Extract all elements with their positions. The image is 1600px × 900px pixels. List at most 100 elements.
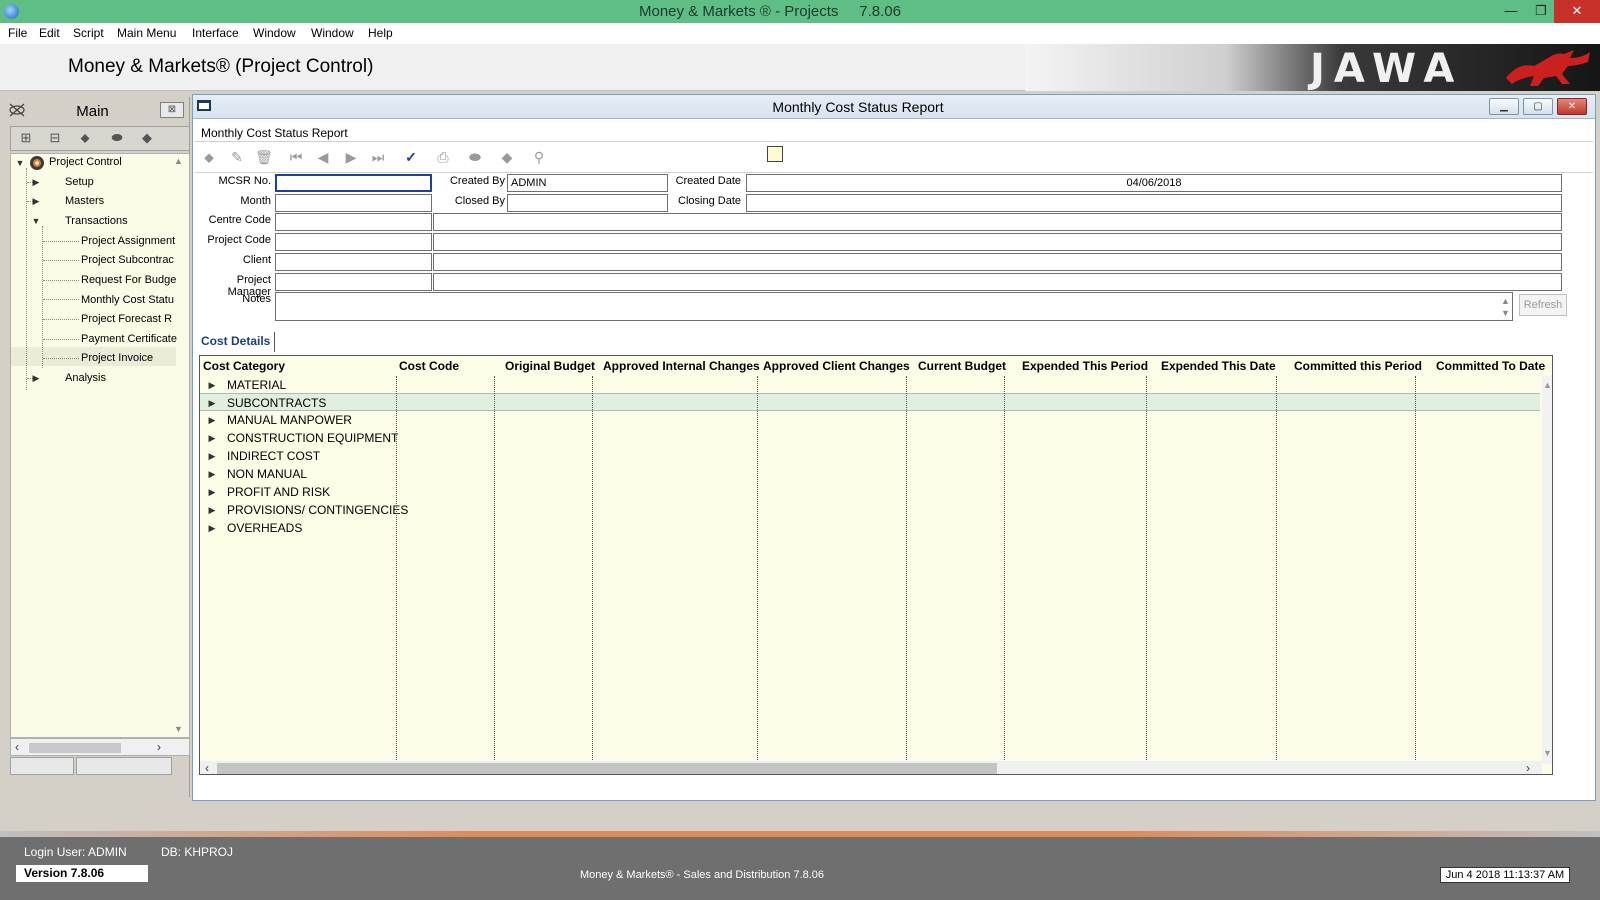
column-header-expended-this-period[interactable]: Expended This Period: [1022, 359, 1148, 373]
eraser-icon[interactable]: ⬬: [465, 149, 485, 167]
tree-toggle-collapsed-icon[interactable]: ▶: [30, 372, 42, 384]
column-header-committed-to-date[interactable]: Committed To Date: [1436, 359, 1545, 373]
table-row[interactable]: ▶ OVERHEADS: [200, 519, 1540, 537]
tree-item-project-control[interactable]: Project Control: [49, 156, 122, 168]
expand-all-icon[interactable]: ⊞: [15, 130, 37, 148]
row-expand-icon[interactable]: ▶: [206, 504, 218, 516]
tree-item-setup[interactable]: Setup: [65, 176, 94, 188]
row-expand-icon[interactable]: ▶: [206, 379, 218, 391]
column-header-expended-this-date[interactable]: Expended This Date: [1161, 359, 1276, 373]
tree-toggle-collapsed-icon[interactable]: ▶: [30, 195, 42, 207]
centre-code-input[interactable]: [275, 213, 432, 231]
refresh-button[interactable]: Refresh: [1519, 294, 1567, 316]
table-row[interactable]: ▶ INDIRECT COST: [200, 447, 1540, 465]
child-maximize-button[interactable]: ▢: [1523, 98, 1553, 115]
menu-window-2[interactable]: Window: [311, 26, 354, 40]
tag-icon[interactable]: ◆: [497, 149, 517, 167]
menu-main-menu[interactable]: Main Menu: [117, 26, 176, 40]
table-row[interactable]: ▶ PROFIT AND RISK: [200, 483, 1540, 501]
table-row[interactable]: ▶ MATERIAL: [200, 376, 1540, 394]
delete-icon[interactable]: 🗑: [254, 149, 274, 167]
month-input[interactable]: [275, 194, 432, 212]
find-binoculars-icon[interactable]: ⚲: [529, 149, 549, 167]
scroll-right-icon[interactable]: ›: [157, 740, 161, 754]
table-row[interactable]: ▶ PROVISIONS/ CONTINGENCIES: [200, 501, 1540, 519]
tree-item-project-forecast[interactable]: Project Forecast R: [81, 313, 172, 325]
child-close-button[interactable]: ✕: [1557, 98, 1587, 115]
client-input[interactable]: [275, 253, 432, 271]
column-header-approved-client-changes[interactable]: Approved Client Changes: [763, 359, 910, 373]
column-header-original-budget[interactable]: Original Budget: [505, 359, 595, 373]
grid-vertical-scrollbar[interactable]: ▲ ▼: [1542, 376, 1552, 764]
edit-record-icon[interactable]: ✎: [227, 149, 247, 167]
column-header-current-budget[interactable]: Current Budget: [918, 359, 1006, 373]
tag-icon[interactable]: ◆: [136, 130, 158, 148]
table-row[interactable]: ▶ MANUAL MANPOWER: [200, 411, 1540, 429]
created-date-input[interactable]: 04/06/2018: [746, 174, 1562, 192]
project-code-input[interactable]: [275, 233, 432, 251]
column-header-cost-category[interactable]: Cost Category: [203, 359, 285, 373]
tree-toggle-expanded-icon[interactable]: ▼: [14, 157, 26, 169]
tree-item-project-invoice[interactable]: Project Invoice: [81, 352, 153, 364]
notes-scroll-up-icon[interactable]: ▲: [1501, 296, 1510, 306]
menu-interface[interactable]: Interface: [192, 26, 239, 40]
tree-item-project-subcontract[interactable]: Project Subcontrac: [81, 254, 174, 266]
column-header-approved-internal-changes[interactable]: Approved Internal Changes: [603, 359, 760, 373]
table-row-selected[interactable]: ▶ SUBCONTRACTS: [200, 393, 1540, 411]
project-manager-input[interactable]: [275, 273, 432, 291]
tree-item-analysis[interactable]: Analysis: [65, 372, 106, 384]
tree-item-payment-certificate[interactable]: Payment Certificate: [81, 333, 177, 345]
closing-date-input[interactable]: [746, 194, 1562, 212]
table-row[interactable]: ▶ NON MANUAL: [200, 465, 1540, 483]
column-header-committed-this-period[interactable]: Committed this Period: [1294, 359, 1422, 373]
notes-scroll-down-icon[interactable]: ▼: [1501, 308, 1510, 318]
print-icon[interactable]: ⎙: [433, 149, 453, 167]
tree-item-transactions[interactable]: Transactions: [65, 215, 128, 227]
menu-file[interactable]: File: [8, 26, 27, 40]
mcsr-no-input[interactable]: [275, 174, 432, 192]
tree-item-project-assignment[interactable]: Project Assignment: [81, 235, 175, 247]
collapse-all-icon[interactable]: ⊟: [44, 130, 66, 148]
next-record-icon[interactable]: ▶: [341, 149, 361, 167]
grid-scroll-up-icon[interactable]: ▲: [1543, 380, 1552, 390]
scroll-left-icon[interactable]: ‹: [15, 740, 19, 754]
row-expand-icon[interactable]: ▶: [206, 522, 218, 534]
tree-toggle-collapsed-icon[interactable]: ▶: [30, 176, 42, 188]
tree-toggle-expanded-icon[interactable]: ▼: [30, 215, 42, 227]
menu-edit[interactable]: Edit: [39, 26, 60, 40]
restore-button[interactable]: ❐: [1526, 0, 1556, 23]
column-header-cost-code[interactable]: Cost Code: [399, 359, 459, 373]
grid-scroll-down-icon[interactable]: ▼: [1543, 748, 1552, 758]
row-expand-icon[interactable]: ▶: [206, 414, 218, 426]
grid-scrollbar-thumb[interactable]: [217, 763, 997, 774]
menu-window[interactable]: Window: [253, 26, 296, 40]
closed-by-input[interactable]: [507, 194, 668, 212]
close-button[interactable]: ✕: [1554, 0, 1600, 23]
tree-item-masters[interactable]: Masters: [65, 195, 104, 207]
eraser-icon[interactable]: ⬬: [106, 130, 128, 148]
save-check-icon[interactable]: ✓: [401, 149, 421, 167]
grid-scroll-left-icon[interactable]: ‹: [205, 761, 209, 774]
tree-item-monthly-cost-status[interactable]: Monthly Cost Statu: [81, 294, 174, 306]
forward-tag-icon[interactable]: ⬥: [74, 130, 96, 148]
menu-script[interactable]: Script: [73, 26, 104, 40]
previous-record-icon[interactable]: ◀: [313, 149, 333, 167]
tree-scroll-up-icon[interactable]: ▲: [174, 156, 183, 166]
status-color-box[interactable]: [767, 146, 783, 162]
child-minimize-button[interactable]: ▁: [1489, 98, 1519, 115]
grid-horizontal-scrollbar[interactable]: ‹ ›: [200, 761, 1542, 774]
row-expand-icon[interactable]: ▶: [206, 486, 218, 498]
created-by-input[interactable]: ADMIN: [507, 174, 668, 192]
grid-scroll-right-icon[interactable]: ›: [1526, 761, 1530, 774]
last-record-icon[interactable]: ⏭: [368, 149, 388, 167]
notes-textarea[interactable]: [275, 292, 1513, 321]
tree-scroll-down-icon[interactable]: ▼: [174, 724, 183, 734]
row-expand-icon[interactable]: ▶: [206, 468, 218, 480]
new-record-icon[interactable]: ⬥: [199, 149, 219, 167]
row-expand-icon[interactable]: ▶: [206, 450, 218, 462]
table-row[interactable]: ▶ CONSTRUCTION EQUIPMENT: [200, 429, 1540, 447]
row-expand-icon[interactable]: ▶: [206, 432, 218, 444]
side-panel-close-button[interactable]: ⊠: [160, 102, 184, 118]
minimize-button[interactable]: —: [1496, 0, 1526, 23]
first-record-icon[interactable]: ⏮: [286, 149, 306, 167]
